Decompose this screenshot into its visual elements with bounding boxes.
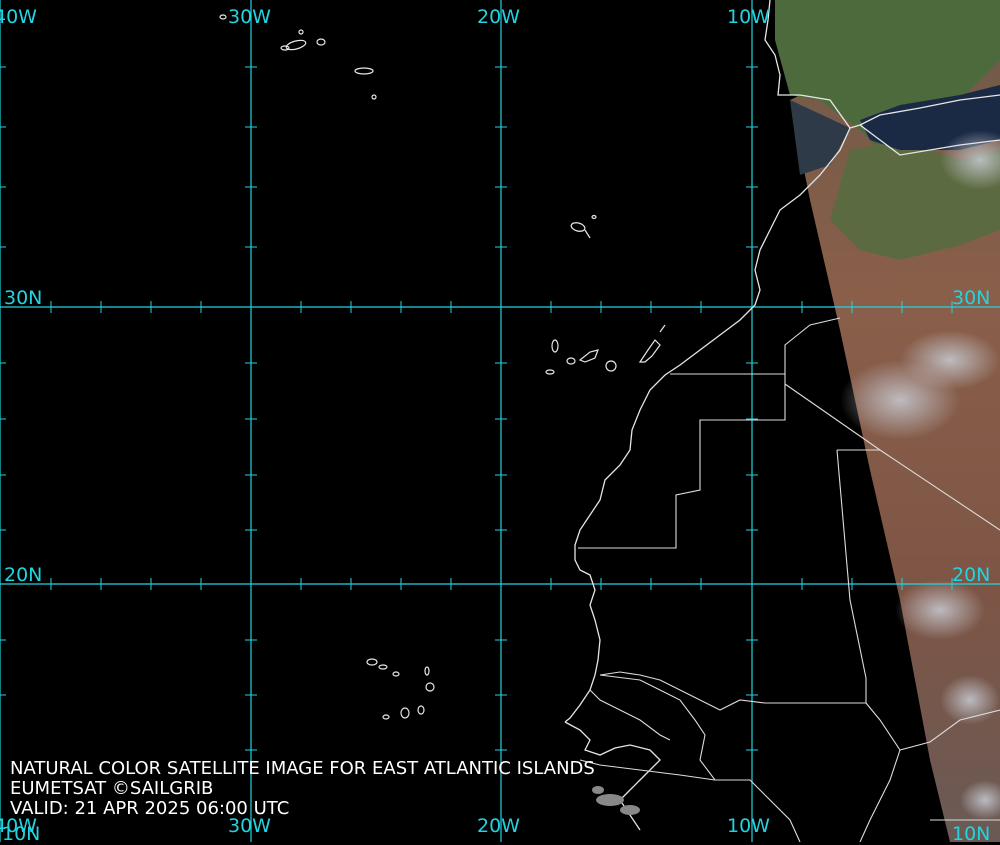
caption-source: EUMETSAT ©SAILGRIB	[10, 778, 214, 799]
satellite-map	[0, 0, 1000, 842]
longitude-label-20w: 20W	[477, 6, 520, 28]
latitude-label-20n-left: 20N	[4, 564, 43, 586]
latitude-label-30n-left: 30N	[4, 287, 43, 309]
longitude-label-20w-bottom: 20W	[477, 815, 520, 837]
latitude-label-20n-right: 20N	[952, 564, 991, 586]
latitude-label-10n-right: 10N	[952, 823, 991, 845]
longitude-label-40w: 40W	[0, 6, 37, 28]
latitude-label-30n-right: 30N	[952, 287, 991, 309]
latitude-label-10n-left: 10N	[2, 823, 41, 845]
longitude-label-10w-bottom: 10W	[727, 815, 770, 837]
longitude-label-30w-bottom: 30W	[228, 815, 271, 837]
longitude-label-10w: 10W	[727, 6, 770, 28]
longitude-label-30w: 30W	[228, 6, 271, 28]
caption-title: NATURAL COLOR SATELLITE IMAGE FOR EAST A…	[10, 758, 595, 779]
caption-valid-time: VALID: 21 APR 2025 06:00 UTC	[10, 798, 290, 819]
